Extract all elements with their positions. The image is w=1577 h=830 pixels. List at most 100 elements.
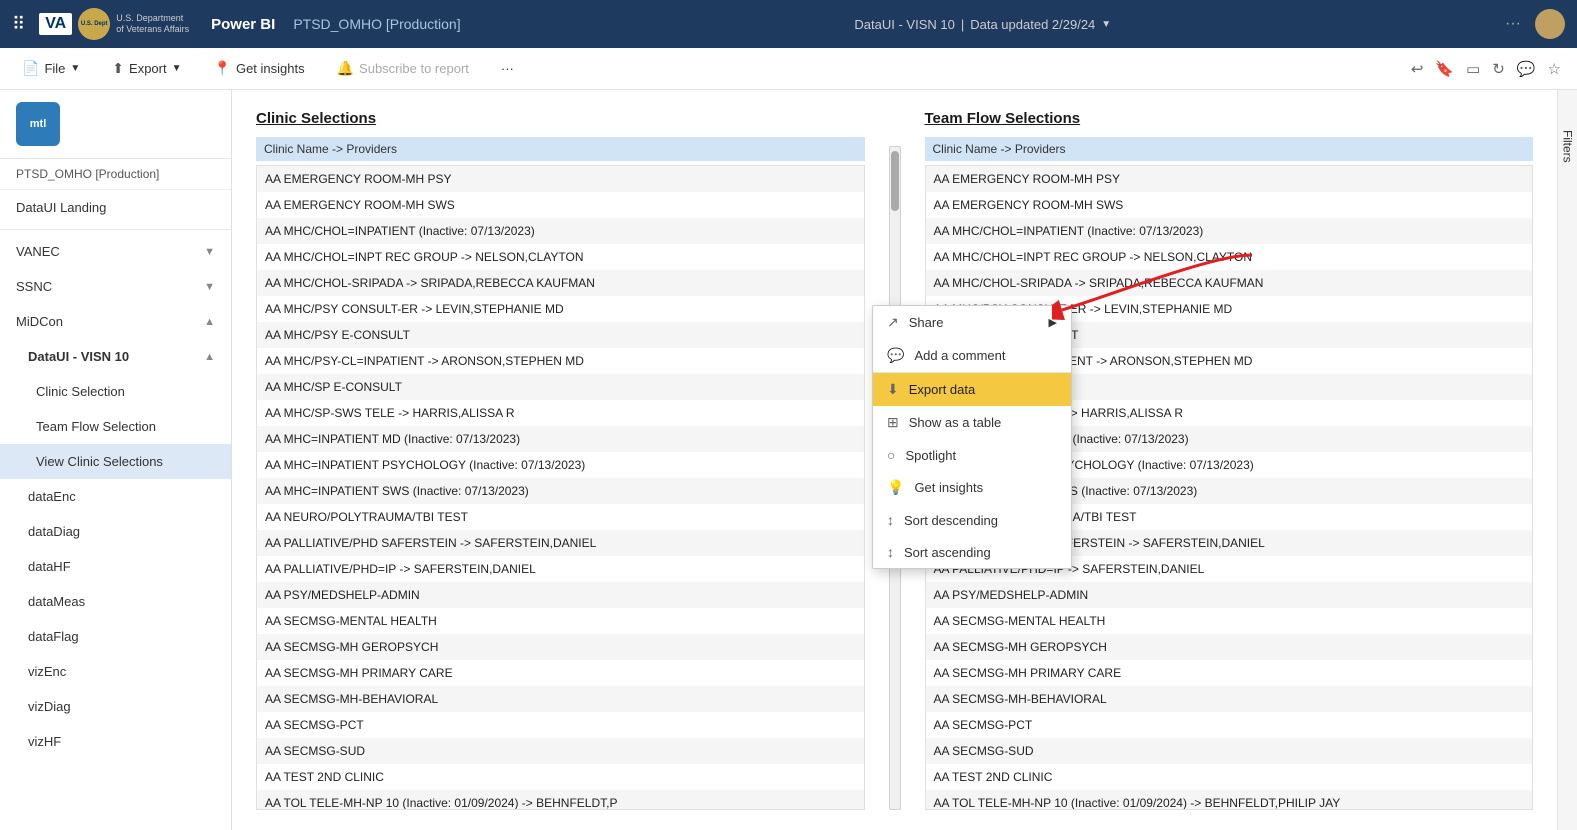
- right-filter-panel[interactable]: Filters: [1557, 90, 1577, 830]
- export-label: Export: [129, 61, 167, 76]
- table-icon: ⊞: [887, 414, 899, 431]
- toolbar-more-button[interactable]: ···: [495, 57, 520, 80]
- team-list-item[interactable]: AA MHC/CHOL=INPT REC GROUP -> NELSON,CLA…: [926, 244, 1533, 270]
- top-bar: ⠿ VA U.S. Dept U.S. Departmentof Veteran…: [0, 0, 1577, 48]
- vanec-chevron: ▼: [204, 246, 215, 258]
- team-list-item[interactable]: AA SECMSG-SUD: [926, 738, 1533, 764]
- sidebar-item-vanec[interactable]: VANEC ▼: [0, 234, 231, 269]
- star-icon[interactable]: ☆: [1548, 60, 1561, 78]
- va-seal: U.S. Dept: [78, 8, 110, 40]
- sidebar-item-label: dataMeas: [28, 594, 85, 609]
- clinic-list-item[interactable]: AA MHC/CHOL-SRIPADA -> SRIPADA,REBECCA K…: [257, 270, 864, 296]
- clinic-list-item[interactable]: AA MHC=INPATIENT PSYCHOLOGY (Inactive: 0…: [257, 452, 864, 478]
- file-button[interactable]: 📄 File ▼: [16, 56, 86, 81]
- sidebar-item-ssnc[interactable]: SSNC ▼: [0, 269, 231, 304]
- context-menu-label: Show as a table: [909, 415, 1002, 430]
- team-list-item[interactable]: AA SECMSG-PCT: [926, 712, 1533, 738]
- apps-icon[interactable]: ⠿: [12, 14, 25, 35]
- sidebar-item-dataflag[interactable]: dataFlag: [0, 619, 231, 654]
- va-label: VA: [39, 13, 72, 35]
- team-list-item[interactable]: AA PSY/MEDSHELP-ADMIN: [926, 582, 1533, 608]
- context-menu-item-sort-descending[interactable]: ↕Sort descending: [873, 504, 1071, 536]
- team-list-item[interactable]: AA SECMSG-MH PRIMARY CARE: [926, 660, 1533, 686]
- sidebar-item-label: dataHF: [28, 559, 71, 574]
- datauivisn-chevron: ▲: [204, 351, 215, 363]
- team-list-item[interactable]: AA MHC/CHOL-SRIPADA -> SRIPADA,REBECCA K…: [926, 270, 1533, 296]
- context-menu-item-add-a-comment[interactable]: 💬Add a comment: [873, 339, 1071, 372]
- sidebar-item-teamflow[interactable]: Team Flow Selection: [0, 409, 231, 444]
- sidebar-item-datauianding[interactable]: DataUI Landing: [0, 190, 231, 225]
- bookmark-icon[interactable]: 🔖: [1435, 60, 1454, 78]
- insights-label: Get insights: [236, 61, 305, 76]
- clinic-list-item[interactable]: AA PALLIATIVE/PHD SAFERSTEIN -> SAFERSTE…: [257, 530, 864, 556]
- more-options-icon[interactable]: ···: [1505, 15, 1521, 33]
- clinic-list-item[interactable]: AA MHC/SP-SWS TELE -> HARRIS,ALISSA R: [257, 400, 864, 426]
- sidebar-item-viewclinic[interactable]: View Clinic Selections: [0, 444, 231, 479]
- clinic-list-item[interactable]: AA SECMSG-MH PRIMARY CARE: [257, 660, 864, 686]
- clinic-list-item[interactable]: AA EMERGENCY ROOM-MH PSY: [257, 166, 864, 192]
- clinic-list-item[interactable]: AA TEST 2ND CLINIC: [257, 764, 864, 790]
- clinic-list-item[interactable]: AA MHC/PSY CONSULT-ER -> LEVIN,STEPHANIE…: [257, 296, 864, 322]
- context-menu-item-get-insights[interactable]: 💡Get insights: [873, 471, 1071, 504]
- ssnc-chevron: ▼: [204, 281, 215, 293]
- team-list-item[interactable]: AA MHC/CHOL=INPATIENT (Inactive: 07/13/2…: [926, 218, 1533, 244]
- clinic-list-item[interactable]: AA EMERGENCY ROOM-MH SWS: [257, 192, 864, 218]
- clinic-list-item[interactable]: AA MHC/SP E-CONSULT: [257, 374, 864, 400]
- sidebar-item-clinicselection[interactable]: Clinic Selection: [0, 374, 231, 409]
- sidebar-item-datameas[interactable]: dataMeas: [0, 584, 231, 619]
- clinic-list-item[interactable]: AA MHC/PSY E-CONSULT: [257, 322, 864, 348]
- team-list-item[interactable]: AA EMERGENCY ROOM-MH PSY: [926, 166, 1533, 192]
- clinic-list-item[interactable]: AA MHC/PSY-CL=INPATIENT -> ARONSON,STEPH…: [257, 348, 864, 374]
- context-menu-item-share[interactable]: ↗Share▶: [873, 306, 1071, 339]
- clinic-list-item[interactable]: AA PSY/MEDSHELP-ADMIN: [257, 582, 864, 608]
- clinic-list-item[interactable]: AA TOL TELE-MH-NP 10 (Inactive: 01/09/20…: [257, 790, 864, 810]
- context-menu-item-sort-ascending[interactable]: ↕Sort ascending: [873, 536, 1071, 568]
- clinic-list-item[interactable]: AA MHC=INPATIENT SWS (Inactive: 07/13/20…: [257, 478, 864, 504]
- clinic-list-item[interactable]: AA SECMSG-SUD: [257, 738, 864, 764]
- sidebar-item-label: dataFlag: [28, 629, 79, 644]
- sidebar-item-label: DataUI - VISN 10: [28, 349, 129, 364]
- team-flow-header: Clinic Name -> Providers: [925, 137, 1534, 161]
- sidebar-item-datauivisn10[interactable]: DataUI - VISN 10 ▲: [0, 339, 231, 374]
- clinic-list-item[interactable]: AA SECMSG-MH GEROPSYCH: [257, 634, 864, 660]
- team-list-item[interactable]: AA SECMSG-MENTAL HEALTH: [926, 608, 1533, 634]
- clinic-list-item[interactable]: AA SECMSG-MH-BEHAVIORAL: [257, 686, 864, 712]
- clinic-list-item[interactable]: AA MHC=INPATIENT MD (Inactive: 07/13/202…: [257, 426, 864, 452]
- team-list-item[interactable]: AA TOL TELE-MH-NP 10 (Inactive: 01/09/20…: [926, 790, 1533, 810]
- team-list-item[interactable]: AA EMERGENCY ROOM-MH SWS: [926, 192, 1533, 218]
- clinic-list-item[interactable]: AA SECMSG-PCT: [257, 712, 864, 738]
- comment-icon: 💬: [887, 347, 904, 364]
- chat-icon[interactable]: 💬: [1517, 60, 1536, 78]
- undo-icon[interactable]: ↩: [1411, 60, 1424, 78]
- clinic-list-item[interactable]: AA PALLIATIVE/PHD=IP -> SAFERSTEIN,DANIE…: [257, 556, 864, 582]
- toolbar-more-icon: ···: [501, 61, 514, 76]
- sidebar: mtl PTSD_OMHO [Production] DataUI Landin…: [0, 90, 232, 830]
- submenu-arrow: ▶: [1049, 316, 1057, 329]
- insights-button[interactable]: 📍 Get insights: [208, 56, 311, 81]
- data-updated-chevron[interactable]: ▼: [1101, 19, 1111, 30]
- avatar[interactable]: [1535, 9, 1565, 39]
- clinic-list-item[interactable]: AA MHC/CHOL=INPATIENT (Inactive: 07/13/2…: [257, 218, 864, 244]
- context-menu-item-show-as-a-table[interactable]: ⊞ Show as a table: [873, 406, 1071, 439]
- clinic-list-item[interactable]: AA MHC/CHOL=INPT REC GROUP -> NELSON,CLA…: [257, 244, 864, 270]
- sidebar-item-vizhf[interactable]: vizHF: [0, 724, 231, 759]
- team-list-item[interactable]: AA SECMSG-MH GEROPSYCH: [926, 634, 1533, 660]
- data-updated: Data updated 2/29/24: [970, 17, 1095, 32]
- layout-icon[interactable]: ▭: [1466, 60, 1480, 78]
- context-menu-item-spotlight[interactable]: ○Spotlight: [873, 439, 1071, 471]
- sidebar-item-datadiag[interactable]: dataDiag: [0, 514, 231, 549]
- team-list-item[interactable]: AA SECMSG-MH-BEHAVIORAL: [926, 686, 1533, 712]
- sidebar-item-vizdiag[interactable]: vizDiag: [0, 689, 231, 724]
- clinic-list-item[interactable]: AA SECMSG-MENTAL HEALTH: [257, 608, 864, 634]
- sidebar-item-midcon[interactable]: MiDCon ▲: [0, 304, 231, 339]
- context-menu-item-export-data[interactable]: ⬇Export data: [873, 373, 1071, 406]
- sidebar-item-dataenc[interactable]: dataEnc: [0, 479, 231, 514]
- clinic-selections-list[interactable]: AA EMERGENCY ROOM-MH PSYAA EMERGENCY ROO…: [256, 165, 865, 810]
- clinic-list-item[interactable]: AA NEURO/POLYTRAUMA/TBI TEST: [257, 504, 864, 530]
- context-menu-label: Share: [909, 315, 944, 330]
- export-button[interactable]: ⬆ Export ▼: [106, 56, 187, 81]
- sidebar-item-vizenc[interactable]: vizEnc: [0, 654, 231, 689]
- sidebar-item-datahf[interactable]: dataHF: [0, 549, 231, 584]
- refresh-icon[interactable]: ↻: [1492, 60, 1505, 78]
- team-list-item[interactable]: AA TEST 2ND CLINIC: [926, 764, 1533, 790]
